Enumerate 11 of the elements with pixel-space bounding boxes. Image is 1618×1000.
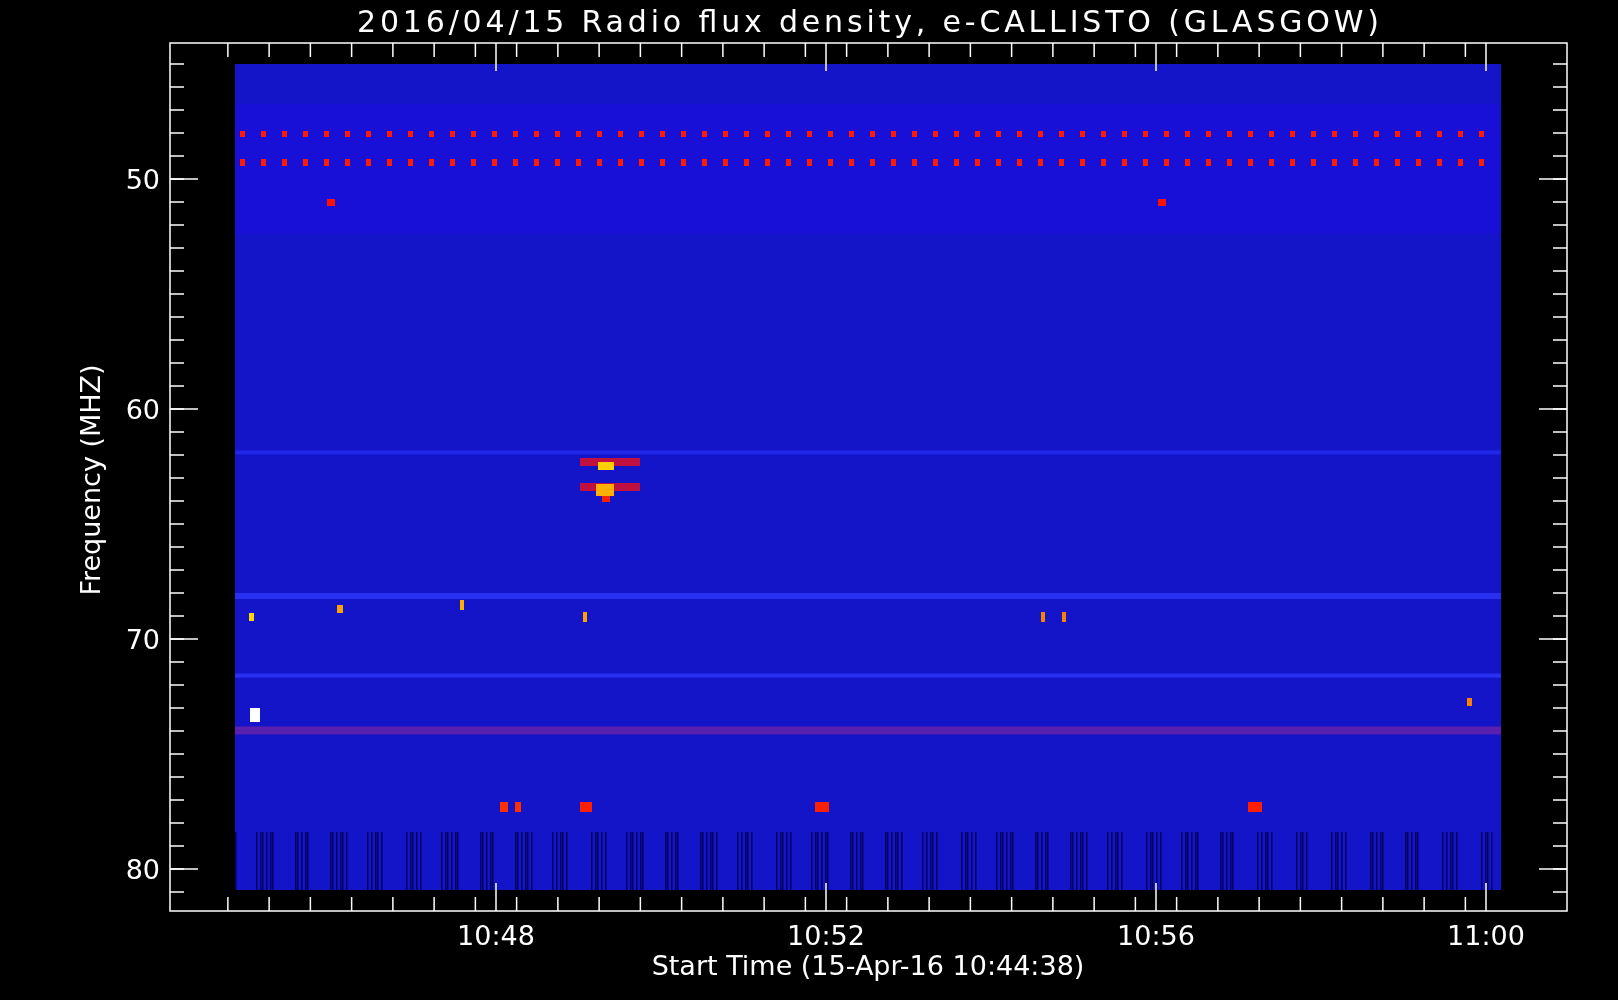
x-axis-label: Start Time (15-Apr-16 10:44:38) [651,950,1085,981]
x-tick-label: 10:52 [787,920,865,951]
y-axis-label: Frequency (MHZ) [75,364,106,596]
y-tick-label: 70 [125,624,160,655]
y-tick-label: 50 [125,164,160,195]
x-tick-label: 10:48 [457,920,535,951]
y-tick-label: 80 [125,854,160,885]
y-tick-label: 60 [125,394,160,425]
x-tick-label: 10:56 [1117,920,1195,951]
chart-title: 2016/04/15 Radio flux density, e-CALLISTO (GLASGOW) [357,4,1379,39]
x-tick-label: 11:00 [1447,920,1525,951]
